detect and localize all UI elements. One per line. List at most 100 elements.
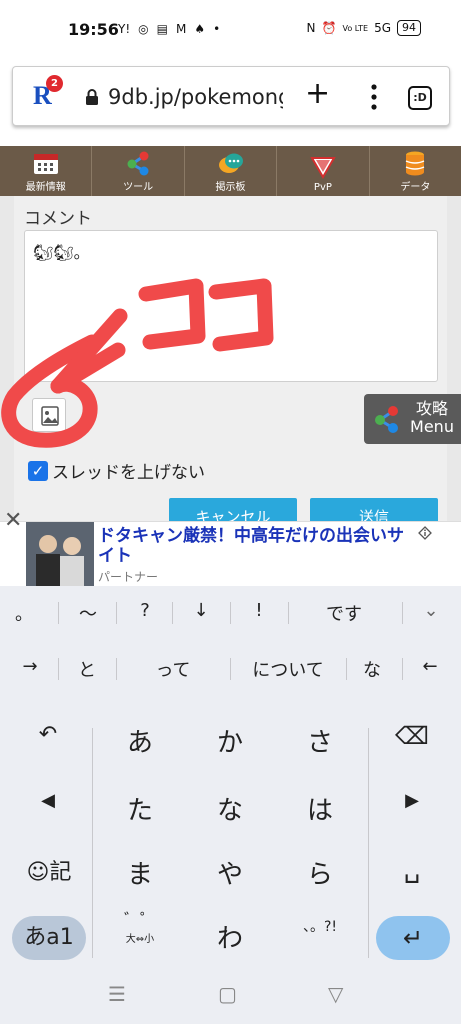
suggestion-key[interactable]: → — [12, 656, 48, 677]
kana-key[interactable]: さ — [290, 722, 350, 759]
alarm-icon: ⏰ — [321, 21, 337, 35]
url-field[interactable]: 9db.jp/pokemong — [108, 85, 283, 109]
enter-key[interactable]: ↵ — [376, 916, 450, 960]
ad-info-icon[interactable] — [418, 526, 432, 540]
suggestion-key[interactable]: ! — [244, 600, 274, 621]
web-content: 最新情報 ツール 掲示板 PvP データ コメント 🐿🐿。 ✓ スレッドを上げな… — [0, 146, 461, 528]
nav-label: ツール — [123, 182, 154, 193]
cursor-left-key[interactable]: ◀ — [18, 790, 78, 811]
cursor-right-key[interactable]: ▶ — [382, 790, 442, 811]
yahoo-icon: Y! — [118, 22, 131, 36]
strategy-menu-button[interactable]: 攻略 Menu — [364, 394, 461, 444]
separator — [230, 602, 231, 624]
suggestion-key[interactable]: について — [238, 656, 338, 682]
ad-photo-icon — [26, 522, 94, 586]
ad-close-icon[interactable]: ✕ — [4, 508, 22, 533]
system-nav-bar: ☰ ▢ ▽ — [0, 966, 461, 1024]
nfc-icon: N — [306, 21, 316, 35]
suggestion-key[interactable]: ? — [130, 600, 160, 621]
more-menu-icon[interactable] — [371, 84, 377, 110]
status-bar: 19:56 Y! ◎ ▤ M ♠ • N ⏰ Vo LTE 5G 94 — [0, 0, 461, 60]
undo-key[interactable]: ↶ — [18, 722, 78, 747]
signal-icon: 5G — [374, 21, 391, 35]
lock-icon — [86, 89, 98, 105]
suggestion-key[interactable]: 〜 — [68, 600, 108, 626]
separator — [58, 602, 59, 624]
nav-item-news[interactable]: 最新情報 — [0, 146, 93, 196]
suggestion-key[interactable]: です — [300, 600, 388, 626]
home-icon[interactable]: ▢ — [218, 982, 237, 1006]
chevron-down-icon[interactable]: ⌄ — [414, 600, 448, 621]
suggestion-key[interactable]: ← — [410, 656, 450, 677]
ad-banner[interactable]: ✕ ドタキャン厳禁！中高年だけの出会いサイト パートナー — [0, 508, 461, 586]
chat-icon — [218, 153, 243, 173]
kana-key[interactable]: は — [290, 790, 350, 827]
side-menu-label-top: 攻略 — [415, 399, 448, 418]
kana-key[interactable]: ら — [290, 854, 350, 891]
suggestion-key[interactable]: ↓ — [186, 600, 216, 621]
kana-key[interactable]: あ — [110, 722, 170, 759]
comment-textarea[interactable]: 🐿🐿。 — [24, 230, 438, 382]
separator — [116, 658, 117, 680]
battery-icon: 94 — [397, 20, 421, 36]
kana-key[interactable]: わ — [200, 918, 260, 955]
no-bump-checkbox[interactable]: ✓ — [28, 460, 48, 481]
separator — [230, 658, 231, 680]
eye-icon: ◎ — [138, 22, 149, 36]
backspace-key[interactable]: ⌫ — [382, 722, 442, 750]
kana-key[interactable]: ま — [110, 854, 170, 891]
comment-heading: コメント — [24, 209, 92, 229]
separator — [346, 658, 347, 680]
screen: 19:56 Y! ◎ ▤ M ♠ • N ⏰ Vo LTE 5G 94 R 2 … — [0, 0, 461, 1024]
share-icon — [127, 151, 149, 176]
calendar-icon — [33, 154, 58, 174]
pvp-icon — [310, 157, 336, 179]
separator — [402, 602, 403, 624]
suggestion-key[interactable]: な — [354, 656, 390, 682]
suggestion-key[interactable]: と — [70, 656, 104, 682]
notification-badge: 2 — [46, 75, 63, 92]
site-nav: 最新情報 ツール 掲示板 PvP データ — [0, 146, 461, 196]
nav-item-data[interactable]: データ — [370, 146, 461, 196]
nav-label: 掲示板 — [215, 182, 246, 193]
nav-item-tools[interactable]: ツール — [92, 146, 185, 196]
kana-key[interactable]: や — [200, 854, 260, 891]
comment-text-value: 🐿🐿。 — [33, 243, 90, 262]
no-bump-option: ✓ スレッドを上げない — [28, 458, 205, 483]
nav-item-board[interactable]: 掲示板 — [185, 146, 278, 196]
tab-switcher-icon[interactable]: :D — [408, 86, 432, 110]
side-menu-label-bottom: Menu — [410, 417, 454, 436]
gmail-icon: M — [175, 22, 187, 36]
suggestion-row-1: 。 〜 ? ↓ ! です ⌄ — [0, 586, 461, 640]
new-tab-icon[interactable]: + — [305, 79, 330, 109]
ime-keyboard: 。 〜 ? ↓ ! です ⌄ → と って について な ← ↶ あ か さ ⌫… — [0, 586, 461, 966]
input-mode-key[interactable]: あa1 — [12, 916, 86, 960]
share-icon — [375, 406, 398, 433]
side-menu-label: 攻略 Menu — [408, 400, 456, 436]
volte-icon: Vo LTE — [342, 23, 369, 33]
comment-form: コメント 🐿🐿。 ✓ スレッドを上げない キャンセル 送信 — [14, 196, 447, 528]
database-icon — [406, 151, 425, 176]
separator — [288, 602, 289, 624]
nav-item-pvp[interactable]: PvP — [277, 146, 370, 196]
ad-sponsor: パートナー — [98, 570, 159, 584]
space-key[interactable]: ␣ — [382, 854, 442, 884]
separator — [402, 658, 403, 680]
suggestion-row-2: → と って について な ← — [0, 642, 461, 696]
kana-key[interactable]: か — [200, 722, 260, 759]
image-icon — [41, 406, 59, 426]
ad-title[interactable]: ドタキャン厳禁！中高年だけの出会いサイト — [98, 526, 418, 566]
image-upload-button[interactable] — [32, 398, 66, 432]
kana-key[interactable]: た — [110, 790, 170, 827]
no-bump-label: スレッドを上げない — [52, 463, 205, 483]
dakuten-key[interactable]: ゛゜ 大⇔小 — [110, 906, 170, 945]
punctuation-key[interactable]: 、。?! — [290, 916, 350, 936]
ad-image[interactable] — [26, 522, 94, 586]
browser-toolbar: R 2 9db.jp/pokemong + :D — [12, 66, 450, 126]
suggestion-key[interactable]: って — [128, 656, 218, 682]
suggestion-key[interactable]: 。 — [14, 600, 34, 626]
emoji-symbol-key[interactable]: ☺記 — [14, 854, 84, 886]
kana-key[interactable]: な — [200, 790, 260, 827]
recents-icon[interactable]: ☰ — [108, 982, 126, 1006]
back-icon[interactable]: ▽ — [328, 982, 343, 1006]
